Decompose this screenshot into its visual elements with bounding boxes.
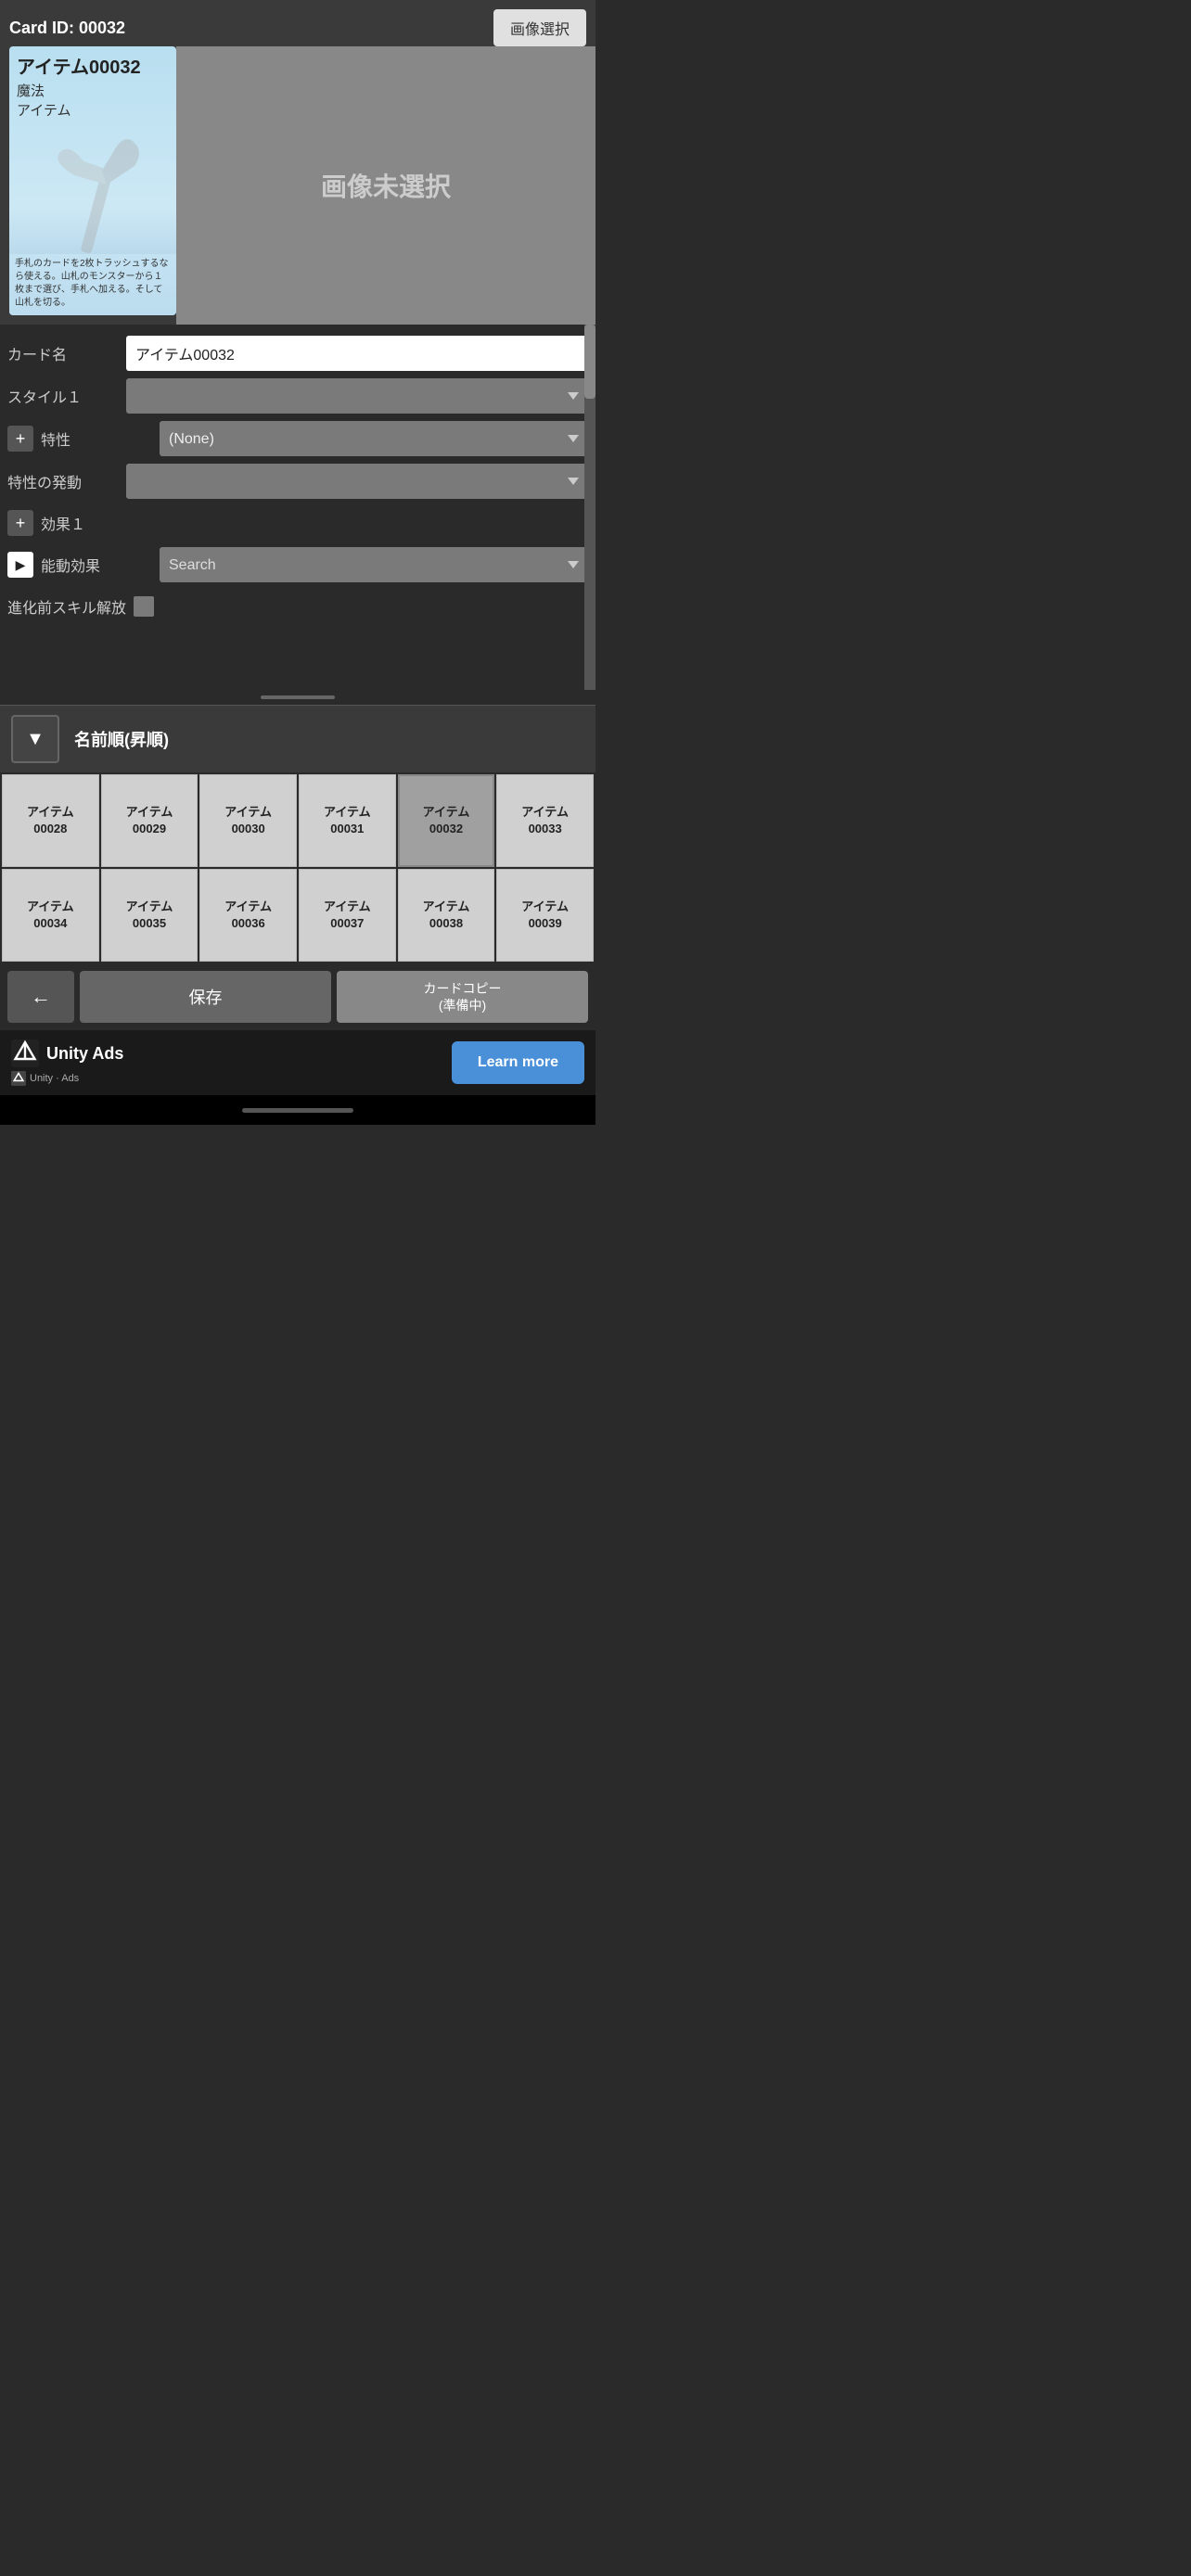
card-preview-type2: アイテム [9, 100, 176, 123]
card-cell-36[interactable]: アイテム00036 [199, 869, 297, 962]
trait-trigger-label: 特性の発動 [7, 470, 119, 492]
trait-add-button[interactable]: + [7, 426, 33, 452]
active-effect-row: ▶ 能動効果 Search [0, 543, 596, 586]
sort-label: 名前順(昇順) [74, 727, 169, 751]
ad-unity-title: Unity Ads [11, 1039, 123, 1067]
active-effect-label: 能動効果 [41, 554, 152, 576]
no-image-area: 画像未選択 [176, 46, 596, 325]
ad-banner: Unity Ads Unity · Ads Learn more [0, 1030, 596, 1095]
pre-evolve-row: 進化前スキル解放 [0, 586, 596, 627]
card-cell-35[interactable]: アイテム00035 [101, 869, 198, 962]
home-indicator [0, 1095, 596, 1125]
pickaxe-icon [37, 124, 148, 254]
scrollbar-thumb[interactable] [584, 325, 596, 399]
card-cell-32[interactable]: アイテム00032 [398, 774, 495, 867]
no-image-text: 画像未選択 [321, 167, 451, 204]
card-name-label: カード名 [7, 342, 119, 364]
card-id-bar: Card ID: 00032 画像選択 [9, 9, 586, 46]
effect1-add-button[interactable]: + [7, 510, 33, 536]
ad-sub-logo: Unity · Ads [11, 1071, 79, 1086]
top-section: Card ID: 00032 画像選択 アイテム00032 魔法 アイテム 手札… [0, 0, 596, 325]
ad-sub-text: Unity · Ads [30, 1073, 79, 1084]
pre-evolve-label: 進化前スキル解放 [7, 595, 126, 618]
style1-label: スタイル１ [7, 385, 119, 407]
card-grid: アイテム00028 アイテム00029 アイテム00030 アイテム00031 … [0, 772, 596, 963]
sort-bar: ▼ 名前順(昇順) [0, 705, 596, 772]
card-preview-title: アイテム00032 [9, 46, 176, 81]
scrollbar-track[interactable] [584, 325, 596, 690]
home-bar [242, 1108, 353, 1113]
card-name-row: カード名 [0, 332, 596, 375]
card-preview: アイテム00032 魔法 アイテム 手札のカードを2枚トラッシュするなら使える。… [9, 46, 176, 315]
active-effect-select[interactable]: Search [160, 547, 588, 582]
trait-select[interactable]: (None) [160, 421, 588, 456]
save-button[interactable]: 保存 [80, 971, 331, 1023]
card-cell-38[interactable]: アイテム00038 [398, 869, 495, 962]
trait-row: + 特性 (None) [0, 417, 596, 460]
sort-button[interactable]: ▼ [11, 715, 59, 763]
style1-row: スタイル１ [0, 375, 596, 417]
card-cell-31[interactable]: アイテム00031 [299, 774, 396, 867]
card-cell-30[interactable]: アイテム00030 [199, 774, 297, 867]
trait-trigger-select[interactable] [126, 464, 588, 499]
grid-section: アイテム00028 アイテム00029 アイテム00030 アイテム00031 … [0, 772, 596, 963]
card-cell-28[interactable]: アイテム00028 [2, 774, 99, 867]
pre-evolve-checkbox[interactable] [134, 596, 154, 617]
trait-label: 特性 [41, 427, 152, 450]
ad-logo-area: Unity Ads Unity · Ads [11, 1039, 123, 1086]
copy-button[interactable]: カードコピー(準備中) [337, 971, 588, 1023]
back-button[interactable]: ← [7, 971, 74, 1023]
play-button[interactable]: ▶ [7, 552, 33, 578]
trait-trigger-row: 特性の発動 [0, 460, 596, 503]
drag-handle-bar [261, 695, 335, 699]
card-cell-29[interactable]: アイテム00029 [101, 774, 198, 867]
card-icon-area [9, 123, 176, 254]
card-cell-37[interactable]: アイテム00037 [299, 869, 396, 962]
effect1-row: + 効果１ [0, 503, 596, 543]
unity-small-icon [11, 1071, 26, 1086]
drag-handle[interactable] [0, 690, 596, 705]
unity-logo-icon [11, 1039, 39, 1067]
style1-select[interactable] [126, 378, 588, 414]
card-cell-33[interactable]: アイテム00033 [496, 774, 594, 867]
ad-brand-text: Unity Ads [46, 1044, 123, 1064]
card-id: Card ID: 00032 [9, 19, 125, 38]
form-section: カード名 スタイル１ + 特性 (None) 特性の発動 + 効果１ ▶ 能動効… [0, 325, 596, 690]
learn-more-button[interactable]: Learn more [452, 1041, 584, 1084]
bottom-bar: ← 保存 カードコピー(準備中) [0, 963, 596, 1030]
form-spacer [0, 627, 596, 682]
card-cell-39[interactable]: アイテム00039 [496, 869, 594, 962]
effect1-label: 効果１ [41, 512, 152, 534]
card-preview-desc: 手札のカードを2枚トラッシュするなら使える。山札のモンスターから１枚まで選び、手… [9, 254, 176, 315]
card-name-input[interactable] [126, 336, 588, 371]
card-preview-type1: 魔法 [9, 81, 176, 100]
card-cell-34[interactable]: アイテム00034 [2, 869, 99, 962]
image-select-button[interactable]: 画像選択 [493, 9, 586, 46]
